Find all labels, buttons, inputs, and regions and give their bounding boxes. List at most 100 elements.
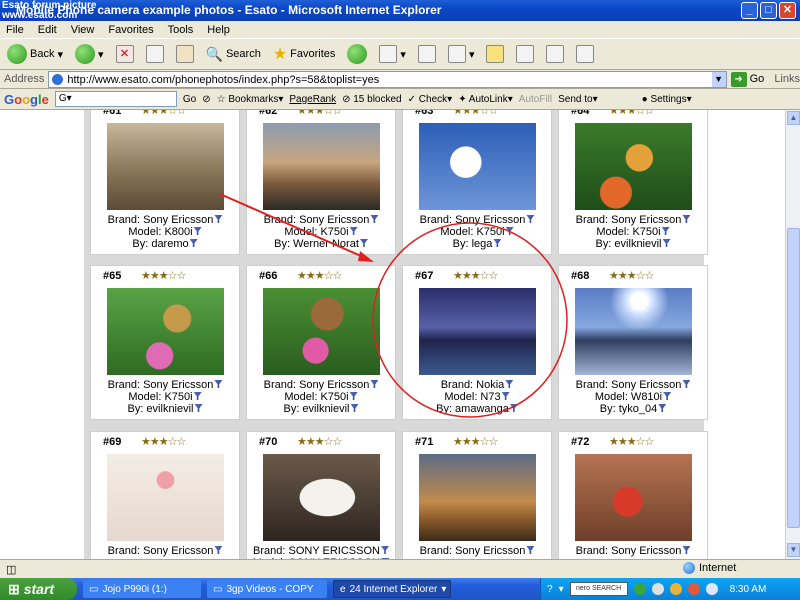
photo-thumbnail[interactable] — [575, 288, 692, 375]
menu-view[interactable]: View — [71, 24, 95, 36]
start-button[interactable]: ⊞ start — [0, 578, 77, 600]
taskbar-item-videos[interactable]: ▭ 3gp Videos - COPY — [207, 580, 327, 598]
arrow-icon[interactable] — [633, 583, 646, 595]
photo-brand[interactable]: Brand: Sony Ericsson — [91, 379, 239, 391]
filter-icon[interactable] — [682, 215, 691, 223]
photo-author[interactable]: By: evilknievil — [247, 403, 395, 415]
filter-icon[interactable] — [505, 380, 514, 388]
photo-author[interactable]: By: evilknievil — [559, 238, 707, 250]
photo-brand[interactable]: Brand: Sony Ericsson — [559, 214, 707, 226]
taskbar-item-ie[interactable]: e 24 Internet Explorer ▾ — [333, 580, 451, 598]
photo-thumbnail[interactable] — [263, 288, 380, 375]
photo-thumbnail[interactable] — [575, 454, 692, 541]
chevron-down-icon[interactable]: ▾ — [98, 48, 104, 61]
photo-card[interactable]: #63 ★★★☆☆ Brand: Sony Ericsson Model: K7… — [402, 110, 552, 255]
home-button[interactable] — [173, 41, 197, 67]
filter-icon[interactable] — [682, 546, 691, 554]
filter-icon[interactable] — [370, 380, 379, 388]
photo-card[interactable]: #69 ★★★☆☆ Brand: Sony Ericsson — [90, 431, 240, 559]
spellcheck-button[interactable]: ✓ Check▾ — [408, 94, 453, 105]
photo-card[interactable]: #67 ★★★☆☆ Brand: Nokia Model: N73 By: am… — [402, 265, 552, 420]
print-button[interactable] — [415, 41, 439, 67]
google-logo[interactable]: Google — [4, 92, 49, 107]
filter-icon[interactable] — [526, 546, 535, 554]
photo-card[interactable]: #64 ★★★☆☆ Brand: Sony Ericsson Model: K7… — [558, 110, 708, 255]
photo-brand[interactable]: Brand: Sony Ericsson — [91, 214, 239, 226]
photo-model[interactable]: Model: K800i — [91, 226, 239, 238]
photo-brand[interactable]: Brand: Sony Ericsson — [559, 545, 707, 557]
scroll-thumb[interactable] — [787, 228, 800, 528]
vertical-scrollbar[interactable]: ▲ ▼ — [785, 110, 800, 559]
photo-brand[interactable]: Brand: Sony Ericsson — [403, 545, 551, 557]
photo-thumbnail[interactable] — [107, 288, 224, 375]
address-input[interactable]: http://www.esato.com/phonephotos/index.p… — [48, 70, 727, 88]
photo-brand[interactable]: Brand: Nokia — [403, 379, 551, 391]
settings-button[interactable]: ● Settings▾ — [642, 94, 692, 105]
shield-icon[interactable] — [669, 583, 682, 595]
menu-file[interactable]: File — [6, 24, 24, 36]
photo-brand[interactable]: Brand: Sony Ericsson — [91, 545, 239, 557]
filter-icon[interactable] — [682, 380, 691, 388]
photo-card[interactable]: #66 ★★★☆☆ Brand: Sony Ericsson Model: K7… — [246, 265, 396, 420]
edit-button[interactable]: ▾ — [445, 41, 478, 67]
photo-thumbnail[interactable] — [419, 288, 536, 375]
photo-thumbnail[interactable] — [419, 123, 536, 210]
filter-icon[interactable] — [189, 239, 198, 247]
refresh-button[interactable] — [143, 41, 167, 67]
network-icon[interactable] — [651, 583, 664, 595]
filter-icon[interactable] — [370, 215, 379, 223]
search-button[interactable]: 🔍 Search — [203, 41, 264, 67]
chevron-down-icon[interactable]: ▾ — [57, 48, 63, 61]
photo-model[interactable]: Model: K750i — [559, 226, 707, 238]
filter-icon[interactable] — [214, 215, 223, 223]
nero-search-box[interactable]: nero SEARCH — [569, 582, 628, 596]
maximize-button[interactable]: □ — [760, 2, 777, 19]
people-button[interactable] — [573, 41, 597, 67]
filter-icon[interactable] — [501, 392, 510, 400]
filter-icon[interactable] — [663, 392, 672, 400]
photo-brand[interactable]: Brand: Sony Ericsson — [403, 214, 551, 226]
close-button[interactable]: ✕ — [779, 2, 796, 19]
photo-card[interactable]: #70 ★★★☆☆ Brand: SONY ERICSSON Model: SO… — [246, 431, 396, 559]
help-icon[interactable]: ? — [547, 584, 553, 595]
filter-icon[interactable] — [349, 227, 358, 235]
google-go-button[interactable]: Go — [183, 94, 196, 105]
photo-thumbnail[interactable] — [575, 123, 692, 210]
photo-brand[interactable]: Brand: Sony Ericsson — [247, 214, 395, 226]
photo-card[interactable]: #61 ★★★☆☆ Brand: Sony Ericsson Model: K8… — [90, 110, 240, 255]
filter-icon[interactable] — [350, 404, 359, 412]
alert-icon[interactable] — [687, 583, 700, 595]
photo-card[interactable]: #71 ★★★☆☆ Brand: Sony Ericsson — [402, 431, 552, 559]
photo-author[interactable]: By: daremo — [91, 238, 239, 250]
filter-icon[interactable] — [505, 227, 514, 235]
popup-icon[interactable]: ⊘ — [202, 94, 210, 105]
photo-model[interactable]: Model: W810i — [559, 391, 707, 403]
photo-thumbnail[interactable] — [263, 454, 380, 541]
photo-author[interactable]: By: Werner Norat — [247, 238, 395, 250]
google-search-input[interactable]: G▾ — [54, 91, 177, 107]
volume-icon[interactable] — [705, 583, 718, 595]
photo-card[interactable]: #62 ★★★☆☆ Brand: Sony Ericsson Model: K7… — [246, 110, 396, 255]
autofill-button[interactable]: AutoFill — [519, 94, 552, 105]
bookmarks-button[interactable]: ☆ Bookmarks▾ — [217, 94, 284, 105]
history-button[interactable] — [344, 41, 370, 67]
filter-icon[interactable] — [509, 404, 518, 412]
photo-model[interactable]: Model: K750i — [247, 391, 395, 403]
filter-icon[interactable] — [214, 380, 223, 388]
photo-brand[interactable]: Brand: Sony Ericsson — [247, 379, 395, 391]
chevron-down-icon[interactable]: ▾ — [559, 584, 564, 595]
sendto-button[interactable]: Send to▾ — [558, 94, 598, 105]
filter-icon[interactable] — [214, 546, 223, 554]
photo-card[interactable]: #72 ★★★☆☆ Brand: Sony Ericsson — [558, 431, 708, 559]
photo-thumbnail[interactable] — [107, 123, 224, 210]
photo-model[interactable]: Model: K750i — [91, 391, 239, 403]
filter-icon[interactable] — [193, 392, 202, 400]
menu-tools[interactable]: Tools — [168, 24, 194, 36]
taskbar-item-phone[interactable]: ▭ Jojo P990i (1:) — [83, 580, 201, 598]
filter-icon[interactable] — [526, 215, 535, 223]
filter-icon[interactable] — [658, 404, 667, 412]
minimize-button[interactable]: _ — [741, 2, 758, 19]
go-button[interactable]: ➜ Go — [730, 71, 764, 87]
filter-icon[interactable] — [661, 227, 670, 235]
menu-favorites[interactable]: Favorites — [108, 24, 153, 36]
